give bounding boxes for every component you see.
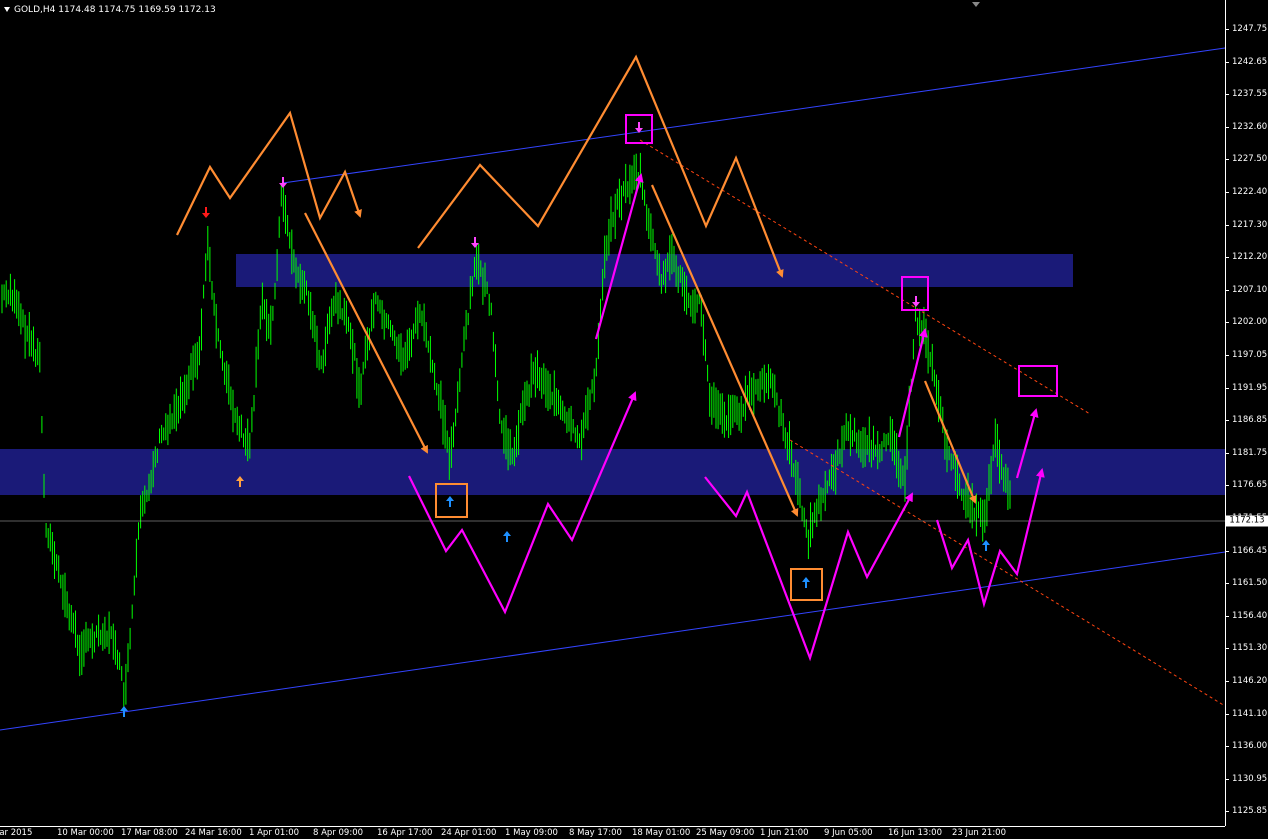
price-tick	[1226, 452, 1229, 454]
price-label: 1202.00	[1232, 317, 1268, 328]
price-label: 1166.45	[1232, 545, 1268, 556]
time-label: 1 May 09:00	[505, 828, 558, 838]
price-label: 1186.85	[1232, 415, 1268, 426]
price-label: 1156.40	[1232, 610, 1268, 621]
price-label: 1232.60	[1232, 121, 1268, 132]
time-axis[interactable]: Mar 2015 10 Mar 00:00 17 Mar 08:00 24 Mar 1…	[0, 826, 1225, 839]
chart-title: GOLD,H4 1174.48 1174.75 1169.59 1172.13	[4, 5, 216, 15]
time-label: 8 May 17:00	[569, 828, 622, 838]
price-label: 1181.75	[1232, 447, 1268, 458]
price-tick	[1226, 94, 1229, 96]
price-label: 1141.10	[1232, 708, 1268, 719]
resistance-zone[interactable]	[236, 254, 1073, 287]
price-label: 1242.65	[1232, 56, 1268, 67]
time-label: 18 May 01:00	[632, 828, 691, 838]
time-label: 24 Apr 01:00	[441, 828, 497, 838]
price-tick	[1226, 420, 1229, 422]
time-label: 8 Apr 09:00	[313, 828, 364, 838]
time-label: 17 Mar 08:00	[121, 828, 178, 838]
time-label: 16 Jun 13:00	[888, 828, 942, 838]
price-label: 1237.55	[1232, 89, 1268, 100]
price-tick	[1226, 583, 1229, 585]
price-tick	[1226, 126, 1229, 128]
price-tick	[1226, 485, 1229, 487]
price-label: 1222.40	[1232, 187, 1268, 197]
dropdown-triangle-icon[interactable]	[4, 7, 10, 12]
price-label: 1227.50	[1232, 154, 1268, 165]
price-label: 1191.95	[1232, 382, 1268, 393]
price-tick	[1226, 746, 1229, 748]
time-label: 1 Jun 21:00	[760, 828, 809, 838]
price-label: 1125.85	[1232, 806, 1268, 817]
price-tick	[1226, 192, 1229, 193]
price-tick	[1226, 648, 1229, 650]
price-tick	[1226, 550, 1229, 552]
price-label: 1161.50	[1232, 578, 1268, 589]
price-label: 1130.95	[1232, 773, 1268, 784]
price-tick	[1226, 355, 1229, 356]
price-label: 1136.00	[1232, 741, 1268, 752]
chart-shift-marker-icon[interactable]	[972, 2, 980, 7]
time-label: 24 Mar 16:00	[185, 828, 242, 838]
price-label: 1146.20	[1232, 676, 1268, 686]
price-label: 1151.30	[1232, 643, 1268, 654]
price-label: 1176.65	[1232, 480, 1268, 491]
price-label: 1247.75	[1232, 24, 1268, 34]
price-tick	[1226, 29, 1229, 30]
price-tick	[1226, 681, 1229, 682]
price-label: 1217.30	[1232, 219, 1268, 230]
price-tick	[1226, 713, 1229, 715]
time-label: 16 Apr 17:00	[377, 828, 433, 838]
time-label: 9 Jun 05:00	[824, 828, 873, 838]
price-tick	[1226, 387, 1229, 389]
price-tick	[1226, 811, 1229, 813]
time-label: 10 Mar 00:00	[57, 828, 114, 838]
chart-title-text: GOLD,H4 1174.48 1174.75 1169.59 1172.13	[14, 5, 216, 15]
price-tick	[1226, 61, 1229, 63]
time-label: 1 Apr 01:00	[249, 828, 300, 838]
current-price-label: 1172.13	[1226, 515, 1268, 527]
price-tick	[1226, 778, 1229, 780]
price-label: 1207.10	[1232, 284, 1268, 295]
time-label: 25 May 09:00	[696, 828, 755, 838]
price-tick	[1226, 159, 1229, 161]
price-label: 1212.20	[1232, 252, 1268, 263]
price-label: 1197.05	[1232, 350, 1268, 360]
price-chart[interactable]	[0, 0, 1268, 838]
price-tick	[1226, 615, 1229, 617]
time-label: 23 Jun 21:00	[952, 828, 1006, 838]
price-tick	[1226, 322, 1229, 324]
price-axis[interactable]: 1247.75 1242.65 1237.55 1232.60 1227.50 1222.…	[1225, 0, 1268, 826]
price-tick	[1226, 289, 1229, 291]
time-label: Mar 2015	[0, 828, 33, 838]
price-tick	[1226, 257, 1229, 259]
price-tick	[1226, 224, 1229, 226]
